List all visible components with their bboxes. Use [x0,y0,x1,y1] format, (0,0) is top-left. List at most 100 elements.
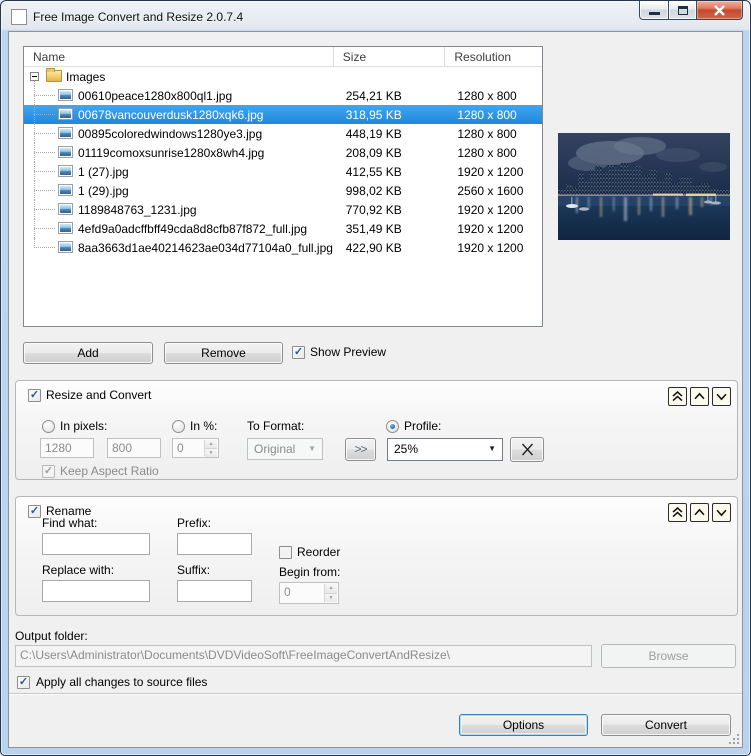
keep-aspect-checkbox[interactable]: ✓ [42,465,55,478]
file-size: 351,49 KB [334,222,446,236]
in-percent-radio[interactable] [172,420,185,433]
show-preview-checkbox[interactable]: ✓ [292,346,305,359]
app-window: Free Image Convert and Resize 2.0.7.4 Na… [0,0,751,756]
file-row[interactable]: 00895coloredwindows1280ye3.jpg 448,19 KB… [24,124,542,143]
apply-changes-checkbox[interactable]: ✓ [17,676,30,689]
preview-image [558,133,730,240]
prefix-input[interactable] [177,533,252,555]
file-row[interactable]: 1189848763_1231.jpg 770,92 KB 1920 x 120… [24,200,542,219]
keep-aspect-label: Keep Aspect Ratio [60,464,159,478]
tree-root-row[interactable]: Images [24,67,542,86]
double-chevron-up-icon [669,387,686,406]
move-top-button[interactable] [668,387,687,406]
options-button[interactable]: Options [459,714,588,736]
file-resolution: 2560 x 1600 [445,184,542,198]
file-resolution: 1280 x 800 [445,127,542,141]
file-row[interactable]: 8aa3663d1ae40214623ae034d77104a0_full.jp… [24,238,542,257]
add-button[interactable]: Add [23,342,153,364]
spin-up-icon[interactable]: ▲ [205,440,217,449]
profile-dropdown[interactable]: 25% ▼ [387,438,503,461]
check-icon: ✓ [44,465,53,477]
file-rows: Images 00610peace1280x800ql1.jpg 254,21 … [24,67,542,257]
file-resolution: 1920 x 1200 [445,165,542,179]
output-folder-label: Output folder: [15,629,88,643]
file-row[interactable]: 1 (29).jpg 998,02 KB 2560 x 1600 [24,181,542,200]
double-chevron-up-icon [669,503,686,522]
remove-button[interactable]: Remove [164,342,283,364]
width-input[interactable]: 1280 [40,438,94,458]
image-file-icon [58,108,73,120]
chevron-down-icon: ▼ [308,444,316,453]
column-header-size[interactable]: Size [334,47,446,66]
maximize-button[interactable] [668,1,697,20]
move-down-button[interactable] [712,503,731,522]
reorder-checkbox[interactable] [279,546,292,559]
column-header-name[interactable]: Name [24,47,334,66]
image-file-icon [58,203,73,215]
rename-group: ✓ Rename Find what: Prefix: Reorder Repl… [15,496,738,616]
client-area: Name Size Resolution Images [8,31,743,748]
replace-with-input[interactable] [42,580,150,602]
browse-button[interactable]: Browse [601,644,736,668]
percent-stepper[interactable]: 0 ▲ ▼ [172,438,219,458]
height-input[interactable]: 800 [107,438,161,458]
suffix-input[interactable] [177,580,252,602]
window-controls [639,1,743,20]
check-icon: ✓ [30,389,39,401]
convert-button[interactable]: Convert [601,714,731,736]
begin-from-stepper[interactable]: 0 ▲ ▼ [279,582,339,604]
file-size: 412,55 KB [334,165,446,179]
move-down-button[interactable] [712,387,731,406]
find-what-input[interactable] [42,533,150,555]
tree-collapse-icon[interactable] [30,72,39,81]
spin-up-icon[interactable]: ▲ [325,584,337,594]
folder-icon [46,70,62,82]
file-row[interactable]: 1 (27).jpg 412,55 KB 1920 x 1200 [24,162,542,181]
file-size: 254,21 KB [334,89,446,103]
delete-profile-button[interactable] [510,437,544,462]
profile-label[interactable]: Profile: [404,419,441,433]
image-file-icon [58,184,73,196]
suffix-label: Suffix: [177,563,210,577]
chevron-up-icon [691,387,708,406]
file-name: 1 (27).jpg [78,165,129,179]
resize-grip-icon[interactable] [729,734,739,744]
minimize-button[interactable] [639,1,668,20]
file-row[interactable]: 01119comoxsunrise1280x8wh4.jpg 208,09 KB… [24,143,542,162]
spin-down-icon[interactable]: ▼ [325,594,337,603]
image-file-icon [58,127,73,139]
check-icon: ✓ [19,676,28,688]
format-dropdown[interactable]: Original ▼ [247,438,323,460]
apply-changes-label[interactable]: Apply all changes to source files [36,675,207,689]
title-bar[interactable]: Free Image Convert and Resize 2.0.7.4 [2,2,749,31]
rename-checkbox[interactable]: ✓ [28,505,41,518]
transfer-button[interactable]: >> [345,438,376,461]
replace-with-label: Replace with: [42,563,114,577]
reorder-label[interactable]: Reorder [297,545,340,559]
show-preview-label[interactable]: Show Preview [310,345,386,359]
column-header-resolution[interactable]: Resolution [445,47,542,66]
move-up-button[interactable] [690,503,709,522]
profile-radio[interactable] [386,420,399,433]
close-button[interactable] [697,1,743,20]
begin-from-label: Begin from: [279,565,340,579]
file-row[interactable]: 00610peace1280x800ql1.jpg 254,21 KB 1280… [24,86,542,105]
file-name: 4efd9a0adcffbff49cda8d8cfb87f872_full.jp… [78,222,307,236]
in-percent-label[interactable]: In %: [190,419,217,433]
in-pixels-radio[interactable] [42,420,55,433]
resize-convert-checkbox[interactable]: ✓ [28,389,41,402]
in-pixels-label[interactable]: In pixels: [60,419,107,433]
image-file-icon [58,89,73,101]
move-up-button[interactable] [690,387,709,406]
file-row[interactable]: 00678vancouverdusk1280xqk6.jpg 318,95 KB… [24,105,542,124]
window-title: Free Image Convert and Resize 2.0.7.4 [33,10,243,24]
output-folder-input[interactable]: C:\Users\Administrator\Documents\DVDVide… [15,645,592,667]
move-top-button[interactable] [668,503,687,522]
spin-down-icon[interactable]: ▼ [205,449,217,457]
image-file-icon [58,146,73,158]
file-resolution: 1920 x 1200 [445,222,542,236]
file-size: 448,19 KB [334,127,446,141]
file-row[interactable]: 4efd9a0adcffbff49cda8d8cfb87f872_full.jp… [24,219,542,238]
tree-root-label: Images [66,70,105,84]
footer-divider [9,693,742,695]
